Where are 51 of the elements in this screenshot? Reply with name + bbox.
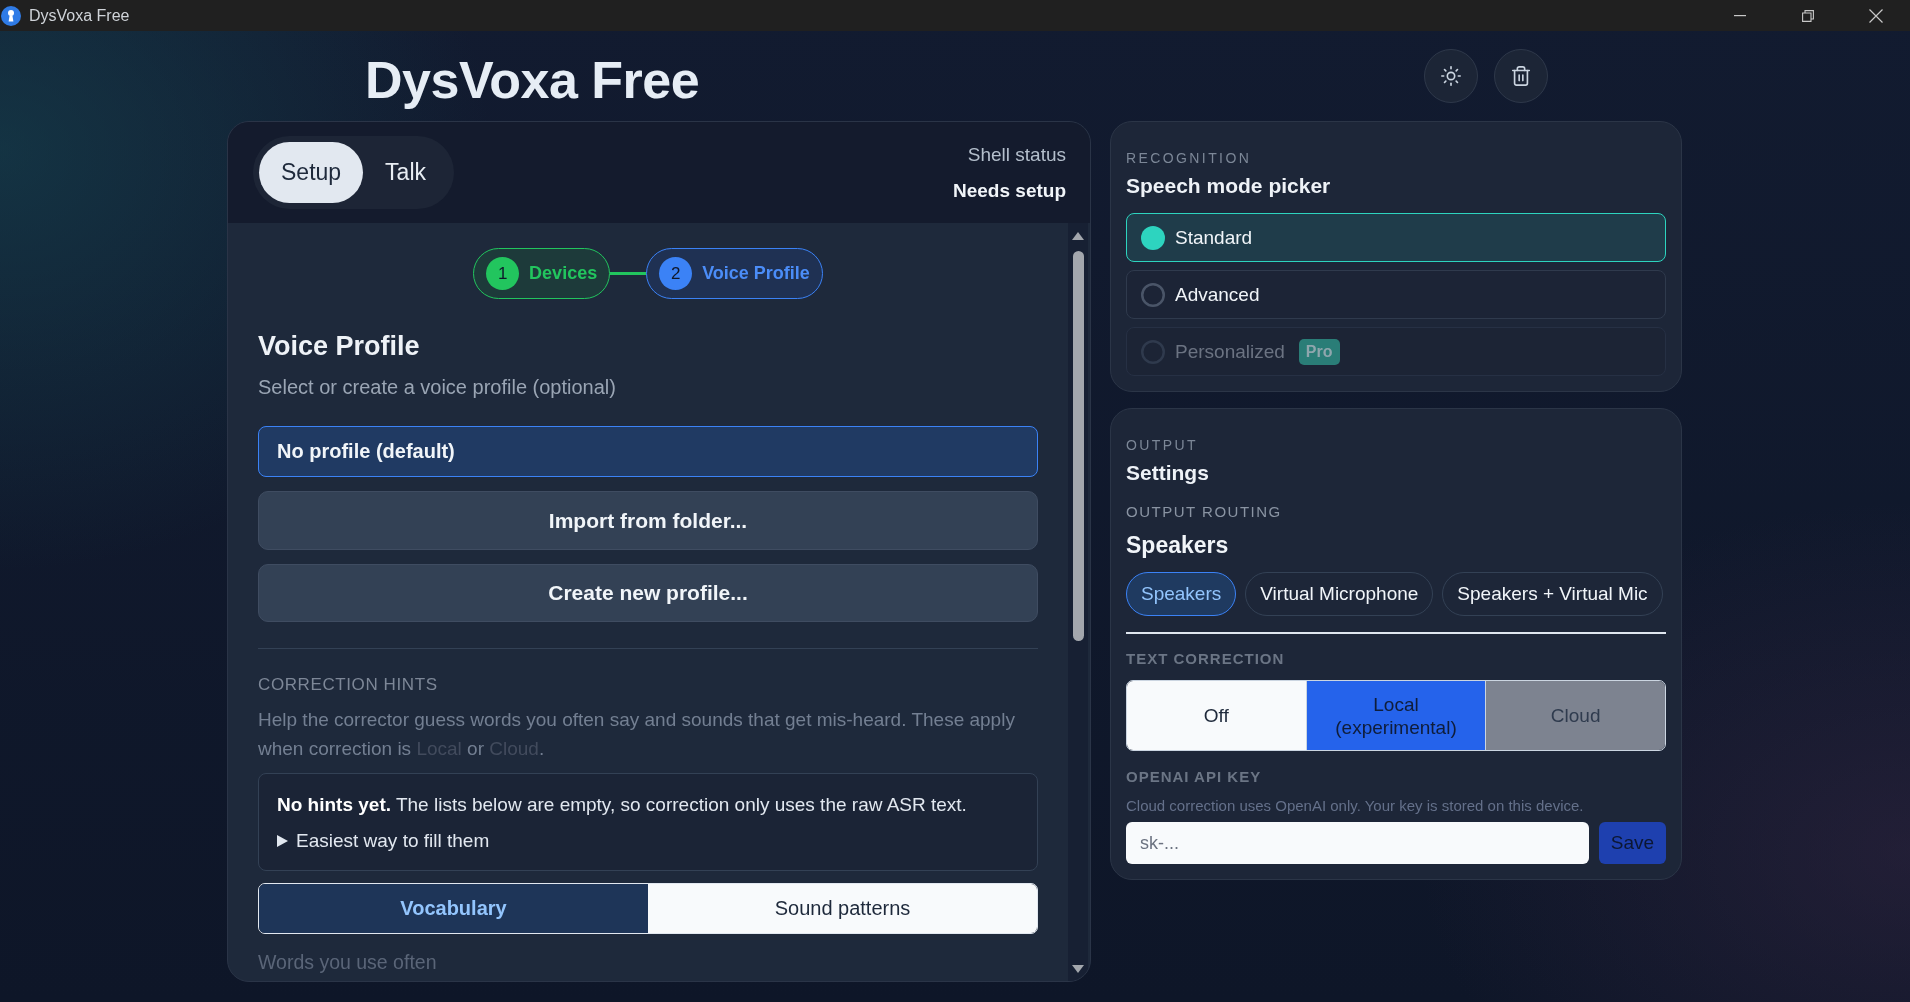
correction-label: TEXT CORRECTION [1126, 649, 1286, 669]
trash-icon [1510, 65, 1532, 87]
section-subtitle: Select or create a voice profile (optional) [258, 375, 617, 400]
mode-option[interactable]: Advanced [1126, 270, 1666, 319]
app-title: DysVoxa Free [365, 50, 700, 110]
card-title: Speech mode picker [1126, 173, 1332, 199]
api-key-label: OPENAI API KEY [1126, 767, 1263, 787]
routing-label: OUTPUT ROUTING [1126, 502, 1283, 522]
scrollbar-thumb[interactable] [1072, 251, 1084, 641]
plan-badge: Pro [1298, 338, 1340, 365]
card-title: Settings [1126, 460, 1210, 486]
tab[interactable]: Setup [259, 142, 364, 203]
mode-option[interactable]: Standard [1126, 213, 1666, 262]
close-icon[interactable] [1869, 8, 1883, 23]
delete-button[interactable] [1494, 49, 1548, 103]
notice-text: No hints yet. The lists below are empty, so correction only uses the raw ASR text. [277, 793, 968, 817]
scroll-down-icon[interactable] [1072, 965, 1084, 973]
status-label: Shell status [967, 142, 1066, 167]
restore-icon[interactable] [1802, 9, 1814, 22]
card-eyebrow: OUTPUT [1126, 436, 1199, 454]
step-number: 2 [659, 257, 693, 290]
section-heading: Voice Profile [258, 330, 421, 363]
step-button[interactable]: 1 Devices [473, 248, 611, 299]
step-button[interactable]: 2 Voice Profile [646, 248, 823, 299]
window-title: DysVoxa Free [29, 5, 130, 26]
radio-icon [1141, 282, 1165, 307]
radio-icon [1141, 339, 1165, 364]
scroll-up-icon[interactable] [1072, 232, 1084, 240]
hint-tab[interactable]: Vocabulary [259, 884, 648, 933]
field-label: Words you use often [258, 950, 438, 975]
step-number: 1 [486, 257, 520, 290]
correction-option[interactable]: Off [1127, 681, 1306, 750]
section-label: CORRECTION HINTS [258, 674, 439, 696]
route-chip[interactable]: Speakers [1126, 572, 1237, 616]
scrollbar[interactable] [1068, 223, 1088, 981]
routing-value: Speakers [1126, 531, 1230, 560]
minimize-icon[interactable] [1734, 14, 1746, 17]
theme-toggle-button[interactable] [1424, 49, 1478, 103]
api-key-note: Cloud correction uses OpenAI only. Your key is stored on this device. [1126, 796, 1585, 816]
radio-icon [1141, 225, 1165, 250]
app-logo-icon [1, 5, 21, 26]
sun-icon [1440, 65, 1462, 87]
tab[interactable]: Talk [363, 142, 448, 203]
disclosure-toggle[interactable]: Easiest way to fill them [277, 826, 490, 856]
api-key-input[interactable]: sk-... [1126, 822, 1589, 864]
status-value: Needs setup [953, 178, 1066, 203]
profile-action-button[interactable]: Import from folder... [258, 491, 1038, 550]
card-eyebrow: RECOGNITION [1126, 149, 1253, 167]
hint-tab[interactable]: Sound patterns [648, 884, 1037, 933]
profile-option[interactable]: No profile (default) [258, 426, 1038, 477]
profile-action-button[interactable]: Create new profile... [258, 564, 1038, 622]
